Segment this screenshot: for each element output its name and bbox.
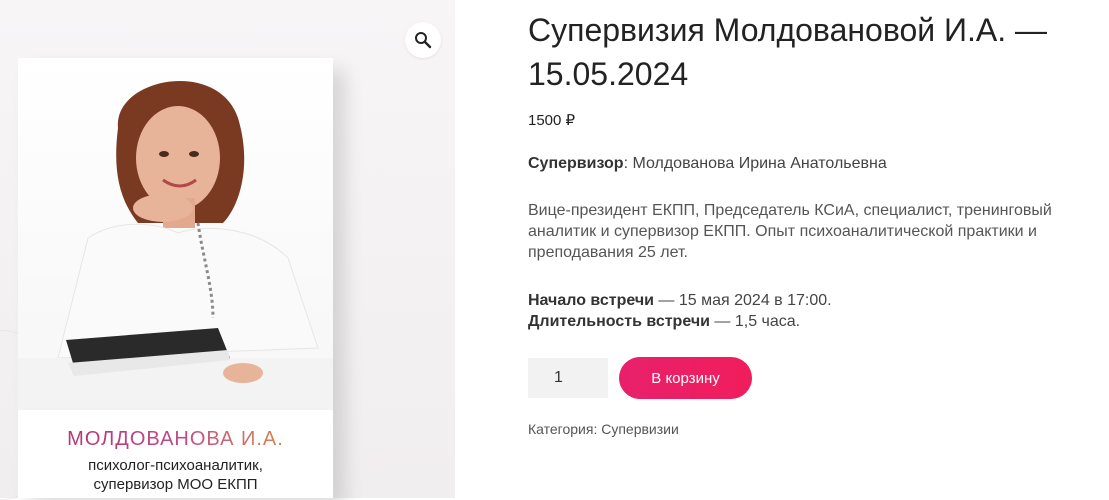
product-price: 1500 ₽ (528, 112, 576, 129)
meeting-info: Начало встречи — 15 мая 2024 в 17:00. Дл… (528, 290, 1068, 332)
card-subtitle: психолог-психоаналитик, супервизор МОО Е… (18, 456, 333, 494)
zoom-button[interactable] (405, 22, 441, 58)
supervisor-photo (18, 58, 333, 410)
product-image[interactable]: МОЛДОВАНОВА И.А. психолог-психоаналитик,… (18, 58, 333, 498)
card-subtitle-line2: супервизор МОО ЕКПП (93, 476, 258, 493)
card-subtitle-line1: психолог-психоаналитик, (88, 457, 263, 474)
product-title: Супервизия Молдовановой И.А. — 15.05.202… (528, 12, 1048, 92)
portrait-illustration (18, 80, 333, 410)
supervisor-value: : Молдованова Ирина Анатольевна (623, 155, 887, 172)
meeting-start-label: Начало встречи (528, 292, 654, 309)
card-name: МОЛДОВАНОВА И.А. (18, 428, 333, 451)
add-to-cart-button[interactable]: В корзину (619, 357, 752, 399)
meeting-start-value: — 15 мая 2024 в 17:00. (653, 292, 832, 309)
product-category: Категория: Супервизии (528, 421, 679, 437)
duration-label: Длительность встречи (528, 313, 710, 330)
duration-value: — 1,5 часа. (709, 313, 801, 330)
search-icon (415, 32, 432, 49)
quantity-input[interactable] (528, 358, 608, 398)
product-description: Вице-президент ЕКПП, Председатель КСиА, … (528, 202, 1052, 261)
product-gallery: МОЛДОВАНОВА И.А. психолог-психоаналитик,… (0, 0, 455, 500)
category-link[interactable]: Супервизии (601, 421, 679, 437)
supervisor-label: Супервизор (528, 155, 624, 172)
category-label: Категория: (528, 421, 602, 437)
supervisor-line: Супервизор: Молдованова Ирина Анатольевн… (528, 153, 1068, 174)
